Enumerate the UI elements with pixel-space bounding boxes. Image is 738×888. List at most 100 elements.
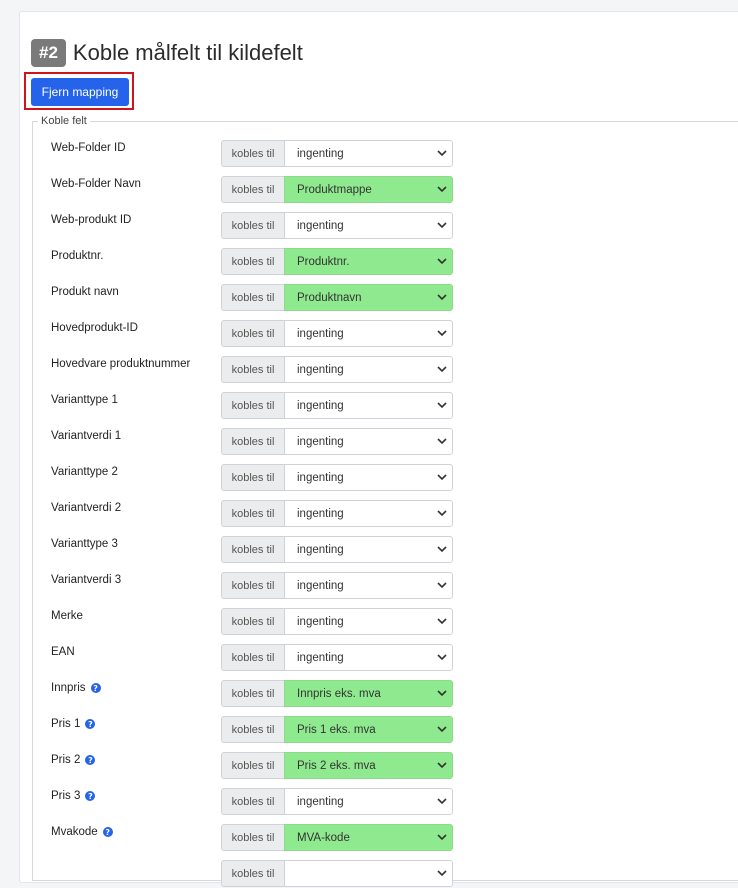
mapping-row: Hovedprodukt-ID kobles til ingenting xyxy=(0,320,738,348)
kobles-til-addon: kobles til xyxy=(221,536,285,563)
chevron-down-icon xyxy=(437,690,447,697)
select-value: Pris 1 eks. mva xyxy=(297,723,376,736)
source-field-select[interactable]: MVA-kode xyxy=(284,824,453,851)
source-field-select[interactable]: Produktnavn xyxy=(284,284,453,311)
mapping-row: Pris 1? kobles til Pris 1 eks. mva xyxy=(0,716,738,744)
question-circle-icon[interactable]: ? xyxy=(85,719,96,729)
mapping-row: Varianttype 2 kobles til ingenting xyxy=(0,464,738,492)
field-label-text: Varianttype 2 xyxy=(51,466,118,478)
select-value: Produktnavn xyxy=(297,291,362,304)
select-value: ingenting xyxy=(297,507,344,520)
source-field-select[interactable]: ingenting xyxy=(284,392,453,419)
field-label: Varianttype 2 xyxy=(51,465,118,479)
mapping-row: Merke kobles til ingenting xyxy=(0,608,738,636)
page-title: Koble målfelt til kildefelt xyxy=(72,40,303,65)
field-label: Variantverdi 2 xyxy=(51,501,121,515)
select-value: ingenting xyxy=(297,543,344,556)
field-label: Pris 1? xyxy=(51,717,96,731)
question-circle-icon[interactable]: ? xyxy=(90,683,101,693)
source-field-select[interactable]: ingenting xyxy=(284,500,453,527)
source-field-select[interactable]: Innpris eks. mva xyxy=(284,680,453,707)
question-circle-icon[interactable]: ? xyxy=(85,755,96,765)
chevron-down-icon xyxy=(437,834,447,841)
select-value: Pris 2 eks. mva xyxy=(297,759,376,772)
source-field-select[interactable]: ingenting xyxy=(284,536,453,563)
source-field-select[interactable]: ingenting xyxy=(284,608,453,635)
field-label-text: Variantverdi 1 xyxy=(51,430,122,442)
source-field-select[interactable]: Produktnr. xyxy=(284,248,453,275)
field-label: Variantverdi 1 xyxy=(51,429,121,443)
field-label: Hovedprodukt-ID xyxy=(51,321,138,335)
chevron-down-icon xyxy=(437,870,447,877)
kobles-til-addon: kobles til xyxy=(221,392,285,419)
mapping-row: Variantverdi 2 kobles til ingenting xyxy=(0,500,738,528)
select-value: ingenting xyxy=(297,399,344,412)
field-label-text: Web-Folder Navn xyxy=(51,178,141,190)
mapping-row: Innpris? kobles til Innpris eks. mva xyxy=(0,680,738,708)
field-label: Varianttype 1 xyxy=(51,393,118,407)
field-label: Web-produkt ID xyxy=(51,213,131,227)
source-field-select[interactable]: Pris 2 eks. mva xyxy=(284,752,453,779)
field-label: Produktnr. xyxy=(51,249,103,263)
chevron-down-icon xyxy=(437,618,447,625)
select-value: ingenting xyxy=(297,579,344,592)
source-field-select[interactable]: ingenting xyxy=(284,212,453,239)
page-header: #2 Koble målfelt til kildefelt xyxy=(31,38,303,68)
chevron-down-icon xyxy=(437,654,447,661)
source-field-select[interactable]: ingenting xyxy=(284,320,453,347)
field-label-text: Pris 2 xyxy=(51,754,81,766)
field-label-text: Hovedprodukt-ID xyxy=(51,322,138,334)
field-label-text: Variantverdi 2 xyxy=(51,502,122,514)
field-label-text: Pris 3 xyxy=(51,790,81,802)
select-value: ingenting xyxy=(297,219,344,232)
field-label: Hovedvare produktnummer xyxy=(51,357,190,371)
select-value: ingenting xyxy=(297,147,344,160)
source-field-select[interactable]: ingenting xyxy=(284,140,453,167)
field-label-text: Variantverdi 3 xyxy=(51,574,122,586)
mapping-row: kobles til xyxy=(0,860,738,888)
source-field-select[interactable]: ingenting xyxy=(284,788,453,815)
source-field-select[interactable]: Produktmappe xyxy=(284,176,453,203)
kobles-til-addon: kobles til xyxy=(221,140,285,167)
source-field-select[interactable]: ingenting xyxy=(284,572,453,599)
field-label: Pris 3? xyxy=(51,789,96,803)
question-circle-icon[interactable]: ? xyxy=(85,791,96,801)
field-label: Web-Folder Navn xyxy=(51,177,141,191)
source-field-select[interactable]: ingenting xyxy=(284,428,453,455)
select-value: Produktmappe xyxy=(297,183,372,196)
chevron-down-icon xyxy=(437,546,447,553)
chevron-down-icon xyxy=(437,438,447,445)
chevron-down-icon xyxy=(437,726,447,733)
source-field-select[interactable]: ingenting xyxy=(284,356,453,383)
chevron-down-icon xyxy=(437,474,447,481)
field-label-text: Innpris xyxy=(51,682,86,694)
remove-mapping-button[interactable]: Fjern mapping xyxy=(31,78,129,106)
mapping-row: Produkt navn kobles til Produktnavn xyxy=(0,284,738,312)
select-value: Innpris eks. mva xyxy=(297,687,381,700)
source-field-select[interactable] xyxy=(284,860,453,887)
source-field-select[interactable]: ingenting xyxy=(284,464,453,491)
chevron-down-icon xyxy=(437,582,447,589)
source-field-select[interactable]: Pris 1 eks. mva xyxy=(284,716,453,743)
chevron-down-icon xyxy=(437,366,447,373)
select-value: ingenting xyxy=(297,327,344,340)
mapping-row: Mvakode? kobles til MVA-kode xyxy=(0,824,738,852)
field-label-text: Pris 1 xyxy=(51,718,81,730)
kobles-til-addon: kobles til xyxy=(221,752,285,779)
kobles-til-addon: kobles til xyxy=(221,644,285,671)
mapping-row: Variantverdi 1 kobles til ingenting xyxy=(0,428,738,456)
question-circle-icon[interactable]: ? xyxy=(102,827,113,837)
field-label-text: Hovedvare produktnummer xyxy=(51,358,191,370)
kobles-til-addon: kobles til xyxy=(221,860,285,887)
kobles-til-addon: kobles til xyxy=(221,356,285,383)
chevron-down-icon xyxy=(437,402,447,409)
field-label: Mvakode? xyxy=(51,825,113,839)
kobles-til-addon: kobles til xyxy=(221,248,285,275)
field-label-text: EAN xyxy=(51,646,75,658)
field-label-text: Merke xyxy=(51,610,83,622)
kobles-til-addon: kobles til xyxy=(221,284,285,311)
field-label-text: Web-Folder ID xyxy=(51,142,126,154)
field-label: Merke xyxy=(51,609,83,623)
source-field-select[interactable]: ingenting xyxy=(284,644,453,671)
kobles-til-addon: kobles til xyxy=(221,788,285,815)
